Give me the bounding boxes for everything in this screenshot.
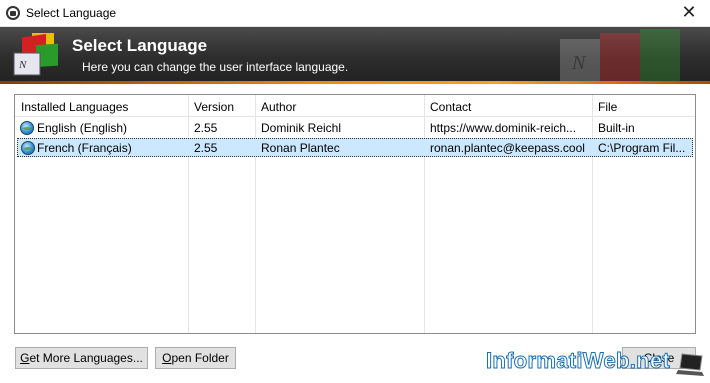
open-folder-button[interactable]: Open Folder: [155, 347, 236, 369]
column-header-contact[interactable]: Contact: [430, 100, 471, 114]
globe-icon: [20, 121, 34, 135]
cell-language: French (Français): [37, 141, 132, 155]
svg-text:N: N: [571, 52, 587, 74]
language-flags-icon: N: [13, 33, 58, 76]
table-row[interactable]: English (English) 2.55 Dominik Reichl ht…: [17, 119, 693, 138]
table-row-selected[interactable]: French (Français) 2.55 Ronan Plantec ron…: [17, 138, 693, 157]
banner-subheading: Here you can change the user interface l…: [82, 60, 349, 74]
column-header-file[interactable]: File: [598, 100, 617, 114]
cell-file: C:\Program Fil...: [598, 141, 686, 155]
banner-accent-line: [0, 81, 710, 84]
dialog-banner: N Select Language Here you can change th…: [0, 27, 710, 84]
cell-author: Dominik Reichl: [261, 121, 342, 135]
languages-list[interactable]: Installed Languages Version Author Conta…: [14, 94, 696, 334]
laptop-icon: [676, 353, 704, 376]
banner-background-flags-icon: N: [560, 29, 680, 83]
keepass-lock-icon: [6, 6, 20, 20]
cell-version: 2.55: [194, 141, 218, 155]
cell-version: 2.55: [194, 121, 218, 135]
title-bar: Select Language ✕: [0, 0, 710, 27]
banner-heading: Select Language: [72, 36, 208, 55]
column-header-installed-languages[interactable]: Installed Languages: [21, 100, 128, 114]
button-label: et More Languages...: [29, 351, 143, 365]
cell-file: Built-in: [598, 121, 635, 135]
watermark-text: InformatiWeb.net: [485, 348, 671, 374]
column-header-version[interactable]: Version: [194, 100, 234, 114]
button-label: pen Folder: [171, 351, 229, 365]
cell-contact: https://www.dominik-reich...: [430, 121, 577, 135]
column-header-author[interactable]: Author: [261, 100, 296, 114]
window-title: Select Language: [26, 6, 117, 20]
cell-language: English (English): [37, 121, 128, 135]
cell-author: Ronan Plantec: [261, 141, 340, 155]
svg-text:N: N: [18, 59, 27, 71]
get-more-languages-button[interactable]: Get More Languages...: [15, 347, 148, 369]
globe-icon: [21, 141, 35, 155]
watermark: InformatiWeb.net: [480, 338, 706, 380]
window-close-button[interactable]: ✕: [674, 1, 704, 25]
cell-contact: ronan.plantec@keepass.cool: [430, 141, 585, 155]
list-header: Installed Languages Version Author Conta…: [15, 95, 695, 117]
